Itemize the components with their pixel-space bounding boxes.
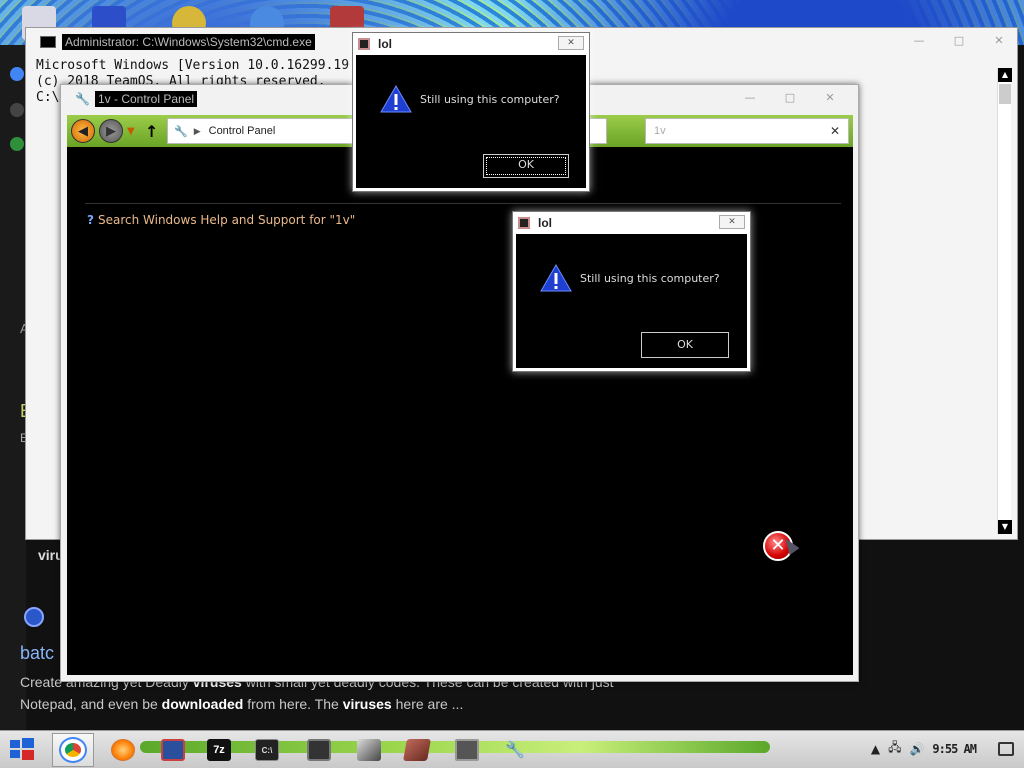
dialog-2-title: lol xyxy=(538,216,552,230)
close-icon[interactable]: ✕ xyxy=(820,91,840,104)
warning-icon xyxy=(540,264,572,292)
maximize-icon[interactable]: □ xyxy=(949,34,969,47)
cmd-scrollbar[interactable]: ▲ ▼ xyxy=(997,68,1012,534)
close-icon[interactable]: ✕ xyxy=(989,34,1009,47)
close-icon[interactable]: ✕ xyxy=(558,36,584,50)
globe-icon[interactable] xyxy=(10,137,24,151)
system-tray: ▲ 🖧 🔊 9:55 AM xyxy=(871,738,1014,759)
dialog-1-titlebar[interactable]: lol ✕ xyxy=(353,33,589,55)
back-arrow-icon[interactable] xyxy=(10,103,24,117)
address-control-panel-icon: 🔧 xyxy=(174,125,188,138)
cmd-window-controls: — □ ✕ xyxy=(909,34,1009,47)
taskbar: 7z C:\ 🔧 ▲ 🖧 🔊 9:55 AM xyxy=(0,730,1024,768)
clear-search-icon[interactable]: ✕ xyxy=(830,124,840,138)
taskbar-cube[interactable] xyxy=(348,733,390,767)
dialog-1-ok-button[interactable]: OK xyxy=(483,154,569,178)
taskbar-book[interactable] xyxy=(396,733,438,767)
help-search-link[interactable]: ? Search Windows Help and Support for "1v… xyxy=(87,213,355,227)
taskbar-chrome[interactable] xyxy=(52,733,94,767)
minimize-icon[interactable]: — xyxy=(909,34,929,47)
back-arrow-icon[interactable]: ◀ xyxy=(71,119,95,143)
scroll-down-icon[interactable]: ▼ xyxy=(998,520,1012,534)
taskbar-monitor[interactable] xyxy=(298,733,340,767)
start-button-icon[interactable] xyxy=(6,734,40,766)
breadcrumb[interactable]: Control Panel xyxy=(209,125,276,137)
app-icon xyxy=(518,217,530,229)
forward-arrow-icon[interactable]: ▶ xyxy=(99,119,123,143)
cmd-title: Administrator: C:\Windows\System32\cmd.e… xyxy=(62,34,315,50)
help-link-text: Search Windows Help and Support for "1v" xyxy=(97,213,356,227)
google-icon[interactable] xyxy=(10,67,24,81)
app-icon xyxy=(358,38,370,50)
dialog-2-ok-button[interactable]: OK xyxy=(641,332,729,358)
network-icon[interactable]: 🖧 xyxy=(888,738,901,759)
dialog-1-message: Still using this computer? xyxy=(420,93,560,106)
scroll-up-icon[interactable]: ▲ xyxy=(998,68,1012,82)
search-input[interactable]: 1v ✕ xyxy=(645,118,849,144)
maximize-icon[interactable]: □ xyxy=(780,91,800,104)
up-arrow-icon[interactable]: ↑ xyxy=(145,122,163,141)
help-icon: ? xyxy=(87,213,94,227)
control-panel-icon: 🔧 xyxy=(75,92,90,106)
dialog-2-message: Still using this computer? xyxy=(580,272,720,285)
7zip-icon: 7z xyxy=(207,739,231,761)
clock[interactable]: 9:55 AM xyxy=(932,742,977,756)
app-icon xyxy=(161,739,185,761)
history-dropdown-icon[interactable]: ▼ xyxy=(127,126,139,137)
cp-window-controls: — □ ✕ xyxy=(740,91,840,104)
dialog-2-body: Still using this computer? OK xyxy=(516,234,747,368)
cmd-icon xyxy=(40,36,56,48)
book-icon xyxy=(403,739,431,761)
control-panel-title: 1v - Control Panel xyxy=(95,91,198,107)
dialog-1-body: Still using this computer? OK xyxy=(356,55,586,188)
notification-icon[interactable] xyxy=(998,741,1014,756)
firefox-icon xyxy=(111,739,135,761)
camera-icon xyxy=(455,739,479,761)
dialog-2-titlebar[interactable]: lol ✕ xyxy=(513,212,750,234)
taskbar-firefox[interactable] xyxy=(102,733,144,767)
monitor-icon xyxy=(307,739,331,761)
result-title[interactable]: batc xyxy=(20,643,54,664)
dialog-1-title: lol xyxy=(378,37,392,51)
cube-icon xyxy=(357,739,381,761)
wrench-icon: 🔧 xyxy=(505,742,525,759)
tray-chevron-icon[interactable]: ▲ xyxy=(871,742,880,756)
divider xyxy=(85,203,841,204)
taskbar-app[interactable] xyxy=(152,733,194,767)
taskbar-control-panel[interactable]: 🔧 xyxy=(494,733,536,767)
breadcrumb-chevron-icon[interactable]: ▶ xyxy=(194,126,201,137)
taskbar-7zip[interactable]: 7z xyxy=(198,733,240,767)
cmd-icon: C:\ xyxy=(255,739,279,761)
dialog-1[interactable]: lol ✕ Still using this computer? OK xyxy=(352,32,590,192)
result-snippet-line-2: Notepad, and even be downloaded from her… xyxy=(20,696,464,712)
result-favicon-icon xyxy=(24,607,44,627)
taskbar-cmd[interactable]: C:\ xyxy=(246,733,288,767)
chrome-icon xyxy=(59,737,87,763)
close-icon[interactable]: ✕ xyxy=(719,215,745,229)
minimize-icon[interactable]: — xyxy=(740,91,760,104)
volume-icon[interactable]: 🔊 xyxy=(909,742,924,756)
search-value: 1v xyxy=(654,125,666,137)
dialog-2[interactable]: lol ✕ Still using this computer? OK xyxy=(512,211,751,372)
taskbar-camera[interactable] xyxy=(446,733,488,767)
warning-icon xyxy=(380,85,412,113)
scroll-thumb[interactable] xyxy=(999,84,1011,104)
